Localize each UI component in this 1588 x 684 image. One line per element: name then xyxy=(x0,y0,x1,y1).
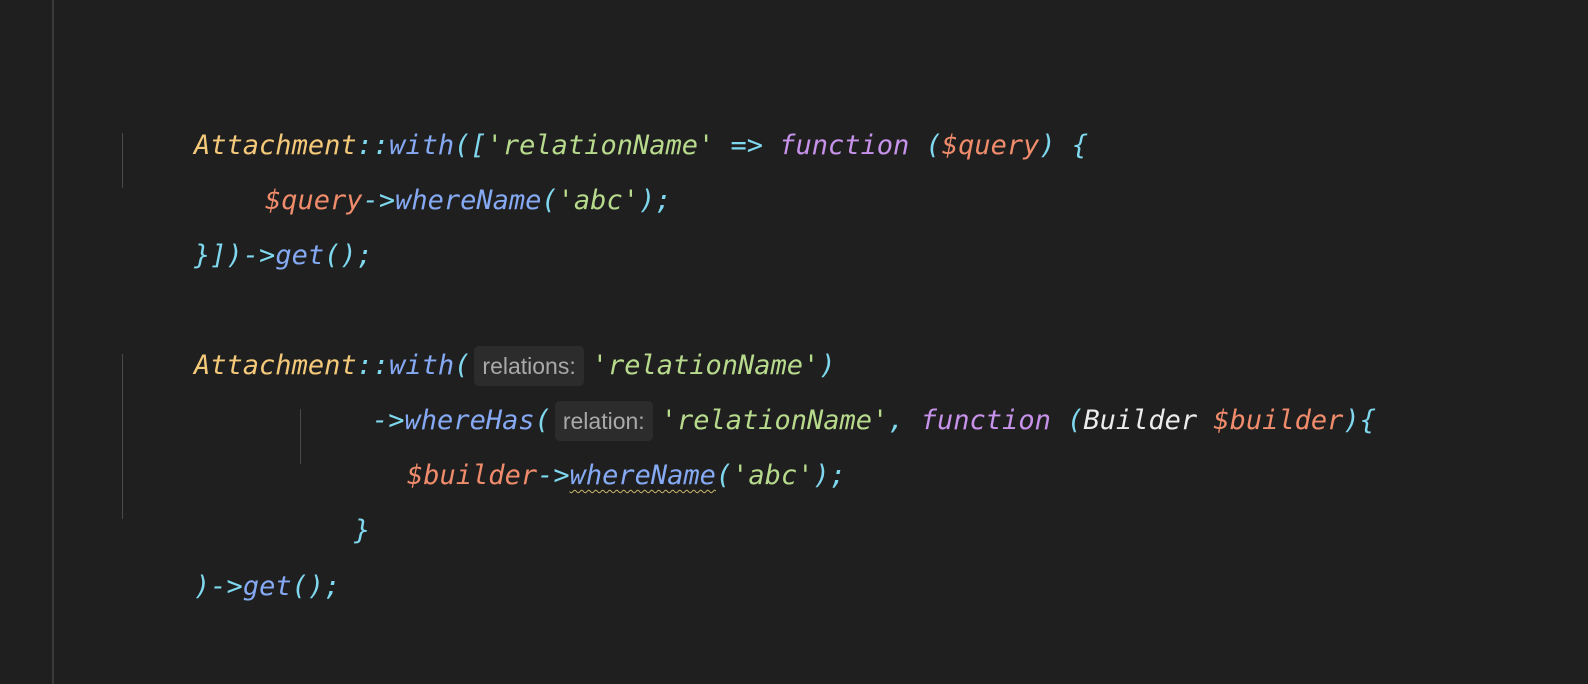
code-line-6[interactable]: $builder->whereName('abc'); xyxy=(342,416,846,491)
code-editor[interactable]: Attachment::with(['relationName' => func… xyxy=(0,0,1588,684)
keyword-function: function xyxy=(779,130,910,161)
indent-guide xyxy=(300,409,301,464)
method-name: get xyxy=(275,240,325,271)
code-line-5[interactable]: ->whereHas(relation:'relationName', func… xyxy=(307,361,1376,441)
paren-open: ( xyxy=(909,130,942,161)
paren-close: ); xyxy=(813,460,846,491)
call-end: (); xyxy=(324,240,373,271)
code-line-1[interactable]: Attachment::with(['relationName' => func… xyxy=(129,86,1088,161)
method-name: whereName xyxy=(395,185,542,216)
code-line-2[interactable]: $query->whereName('abc'); xyxy=(200,141,671,216)
closing-brackets: }])-> xyxy=(194,240,276,271)
code-line-7[interactable]: } xyxy=(289,471,370,546)
paren-open: ( xyxy=(715,460,733,491)
closing-paren: )-> xyxy=(194,571,243,602)
paren-close: ){ xyxy=(1343,405,1376,436)
paren-open: ( xyxy=(541,185,558,216)
paren-close: ); xyxy=(638,185,672,216)
gutter-border xyxy=(52,0,54,684)
arrow-operator: => xyxy=(714,130,780,161)
paren-close: ) { xyxy=(1039,130,1089,161)
code-line-3[interactable]: }])->get(); xyxy=(129,196,373,271)
method-name-warning[interactable]: whereName xyxy=(570,460,716,491)
comma: , xyxy=(888,405,921,436)
code-line-4[interactable]: Attachment::with(relations:'relationName… xyxy=(129,306,836,386)
keyword-function: function xyxy=(920,405,1051,436)
variable: $builder xyxy=(407,460,538,491)
paren-open: ( xyxy=(1050,405,1084,436)
method-name: get xyxy=(242,571,292,602)
closing-brace: } xyxy=(354,515,371,546)
indent-guide xyxy=(122,354,123,519)
arrow-operator: -> xyxy=(537,460,570,491)
string-literal: 'abc' xyxy=(732,460,814,491)
call-end: (); xyxy=(291,571,341,602)
string-literal: 'abc' xyxy=(557,185,639,216)
code-line-8[interactable]: )->get(); xyxy=(129,527,340,602)
type-name: Builder xyxy=(1083,405,1198,436)
variable: $builder xyxy=(1197,405,1344,436)
indent-guide xyxy=(122,133,123,188)
variable: $query xyxy=(941,130,1040,161)
